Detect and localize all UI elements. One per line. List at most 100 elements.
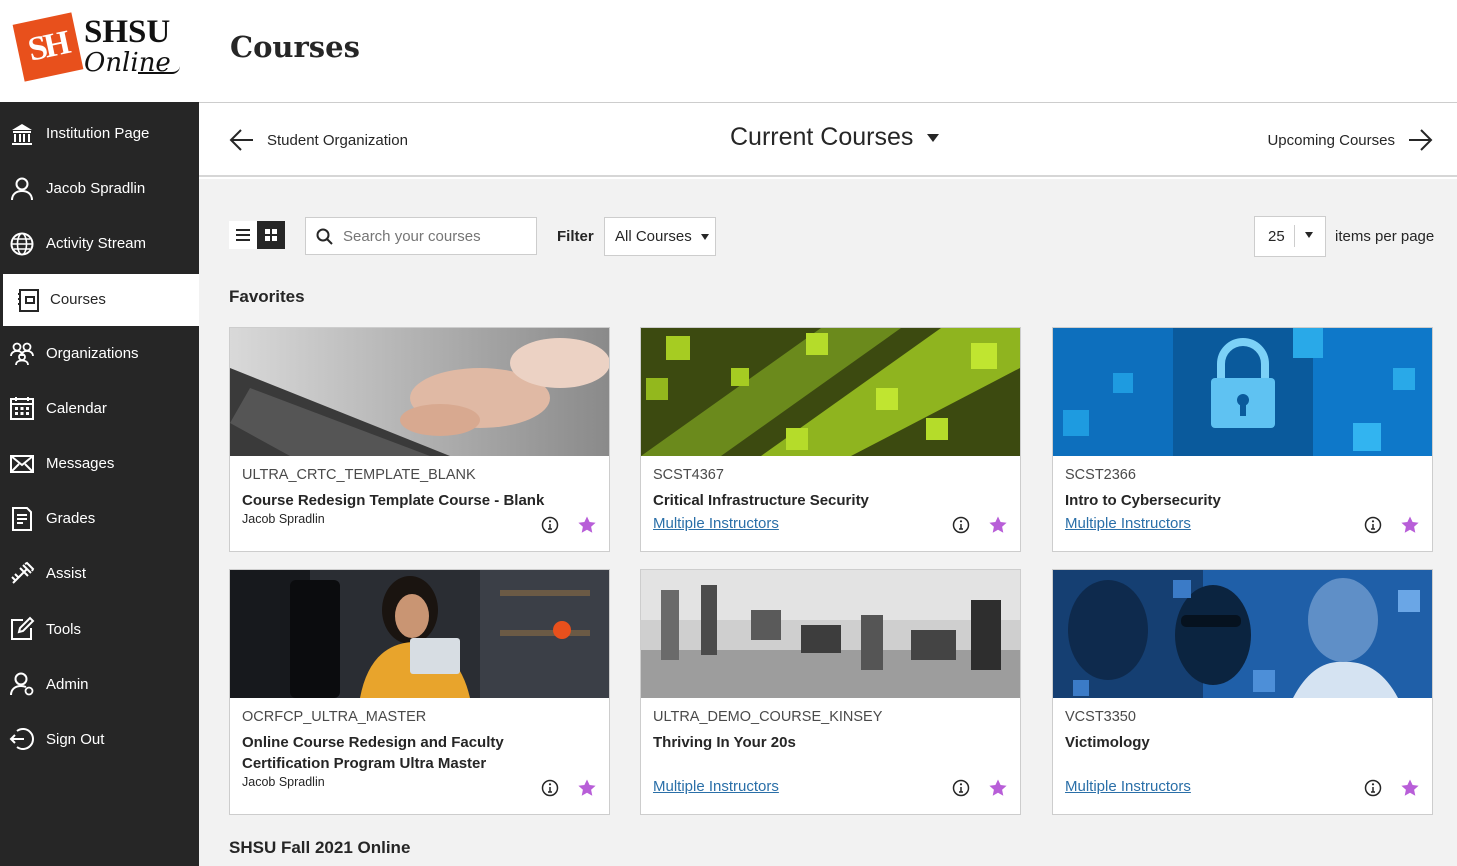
logo-text-shsu: SHSU	[84, 14, 171, 50]
course-card[interactable]: ULTRA_DEMO_COURSE_KINSEY Thriving In You…	[640, 569, 1021, 815]
sidebar-item-activity-stream[interactable]: Activity Stream	[0, 216, 199, 271]
sidebar-item-label: Tools	[46, 620, 82, 638]
sidebar-item-grades[interactable]: Grades	[0, 491, 199, 546]
select-divider	[1294, 225, 1295, 247]
next-term-label: Upcoming Courses	[1267, 131, 1395, 149]
course-thumbnail-blue-people	[1053, 570, 1432, 698]
course-id: SCST2366	[1065, 467, 1136, 483]
course-name: Critical Infrastructure Security	[653, 492, 869, 509]
sidebar-item-label: Jacob Spradlin	[46, 180, 146, 198]
arrow-left-icon	[229, 129, 253, 151]
course-thumbnail-blue-lock	[1053, 328, 1432, 456]
organizations-icon	[10, 342, 34, 366]
instructors-link[interactable]: Multiple Instructors	[1065, 778, 1191, 795]
instructors-link[interactable]: Multiple Instructors	[653, 778, 779, 795]
sidebar-item-label: Institution Page	[46, 125, 150, 143]
instructors-link[interactable]: Multiple Instructors	[653, 515, 779, 532]
search-icon	[316, 228, 333, 245]
favorites-heading: Favorites	[229, 287, 305, 306]
sidebar-item-label: Admin	[46, 675, 89, 693]
course-card[interactable]: ULTRA_CRTC_TEMPLATE_BLANK Course Redesig…	[229, 327, 610, 552]
sidebar-item-profile[interactable]: Jacob Spradlin	[0, 161, 199, 216]
favorite-star-icon[interactable]	[988, 778, 1008, 798]
assist-icon	[11, 561, 35, 584]
user-icon	[11, 177, 33, 200]
course-card[interactable]: SCST4367 Critical Infrastructure Securit…	[640, 327, 1021, 552]
filter-select[interactable]: All Courses	[604, 217, 716, 256]
items-per-page-label: items per page	[1335, 228, 1435, 245]
info-icon[interactable]	[1364, 779, 1382, 797]
previous-term-label: Student Organization	[267, 131, 408, 149]
search-input[interactable]	[343, 227, 523, 245]
courses-icon	[18, 288, 39, 312]
course-instructor: Jacob Spradlin	[242, 775, 325, 789]
course-name: Intro to Cybersecurity	[1065, 492, 1221, 509]
term-navigation: Student Organization Current Courses Upc…	[199, 103, 1457, 177]
sidebar: SH SHSU Online Institution Page Jacob Sp…	[0, 0, 199, 866]
institution-icon	[12, 123, 32, 145]
course-id: ULTRA_DEMO_COURSE_KINSEY	[653, 709, 883, 725]
sidebar-item-calendar[interactable]: Calendar	[0, 381, 199, 436]
instructors-link[interactable]: Multiple Instructors	[1065, 515, 1191, 532]
caret-down-icon	[1305, 232, 1313, 238]
course-name: Online Course Redesign and Faculty Certi…	[242, 734, 504, 772]
info-icon[interactable]	[541, 779, 559, 797]
sidebar-item-label: Courses	[50, 291, 106, 309]
logo-mark: SH	[12, 12, 84, 82]
items-per-page-value: 25	[1268, 228, 1285, 245]
search-box	[305, 217, 537, 255]
sidebar-item-admin[interactable]: Admin	[0, 657, 199, 712]
sidebar-item-sign-out[interactable]: Sign Out	[0, 712, 199, 767]
course-card[interactable]: SCST2366 Intro to Cybersecurity Multiple…	[1052, 327, 1433, 552]
course-id: SCST4367	[653, 467, 724, 483]
previous-term-button[interactable]: Student Organization	[229, 127, 408, 153]
course-name: Course Redesign Template Course - Blank	[242, 492, 545, 509]
caret-down-icon	[700, 233, 709, 240]
page-title: Courses	[230, 30, 360, 64]
course-thumbnail-typing-hands	[230, 328, 609, 456]
favorite-star-icon[interactable]	[577, 778, 597, 798]
info-icon[interactable]	[952, 779, 970, 797]
current-term-dropdown[interactable]: Current Courses	[730, 123, 940, 152]
course-card[interactable]: OCRFCP_ULTRA_MASTER Online Course Redesi…	[229, 569, 610, 815]
favorite-star-icon[interactable]	[1400, 778, 1420, 798]
envelope-icon	[10, 454, 34, 473]
next-term-button[interactable]: Upcoming Courses	[1267, 127, 1433, 153]
favorite-star-icon[interactable]	[988, 515, 1008, 535]
info-icon[interactable]	[541, 516, 559, 534]
course-name: Victimology	[1065, 734, 1150, 751]
course-card[interactable]: VCST3350 Victimology Multiple Instructor…	[1052, 569, 1433, 815]
calendar-icon	[10, 397, 34, 421]
favorite-star-icon[interactable]	[577, 515, 597, 535]
sidebar-item-institution-page[interactable]: Institution Page	[0, 106, 199, 161]
items-per-page-select[interactable]: 25	[1254, 216, 1326, 257]
course-thumbnail-woman-tablet	[230, 570, 609, 698]
sidebar-item-courses[interactable]: Courses	[0, 273, 199, 326]
term-heading: SHSU Fall 2021 Online	[229, 838, 411, 857]
sidebar-item-tools[interactable]: Tools	[0, 602, 199, 657]
main-content: Filter All Courses 25 items per page Fav…	[199, 179, 1457, 866]
sidebar-item-label: Assist	[46, 565, 87, 583]
info-icon[interactable]	[952, 516, 970, 534]
sidebar-item-label: Messages	[46, 455, 115, 473]
sign-out-icon	[9, 728, 34, 751]
list-icon	[236, 229, 250, 241]
grid-view-button[interactable]	[257, 221, 285, 249]
arrow-right-icon	[1409, 129, 1433, 151]
list-view-button[interactable]	[229, 221, 257, 249]
course-id: OCRFCP_ULTRA_MASTER	[242, 709, 427, 725]
favorite-star-icon[interactable]	[1400, 515, 1420, 535]
info-icon[interactable]	[1364, 516, 1382, 534]
sidebar-item-assist[interactable]: Assist	[0, 546, 199, 601]
shsu-online-logo[interactable]: SH SHSU Online	[0, 0, 199, 102]
sidebar-item-label: Grades	[46, 510, 96, 528]
sidebar-item-organizations[interactable]: Organizations	[0, 326, 199, 381]
filter-label: Filter	[557, 228, 594, 245]
sidebar-item-messages[interactable]: Messages	[0, 436, 199, 491]
caret-down-icon	[927, 133, 940, 142]
view-toggle	[229, 221, 285, 249]
logo-swoosh	[138, 66, 180, 74]
sidebar-item-label: Calendar	[46, 399, 107, 417]
sidebar-nav: Institution Page Jacob Spradlin Activity…	[0, 106, 199, 767]
current-term-label: Current Courses	[730, 123, 914, 151]
